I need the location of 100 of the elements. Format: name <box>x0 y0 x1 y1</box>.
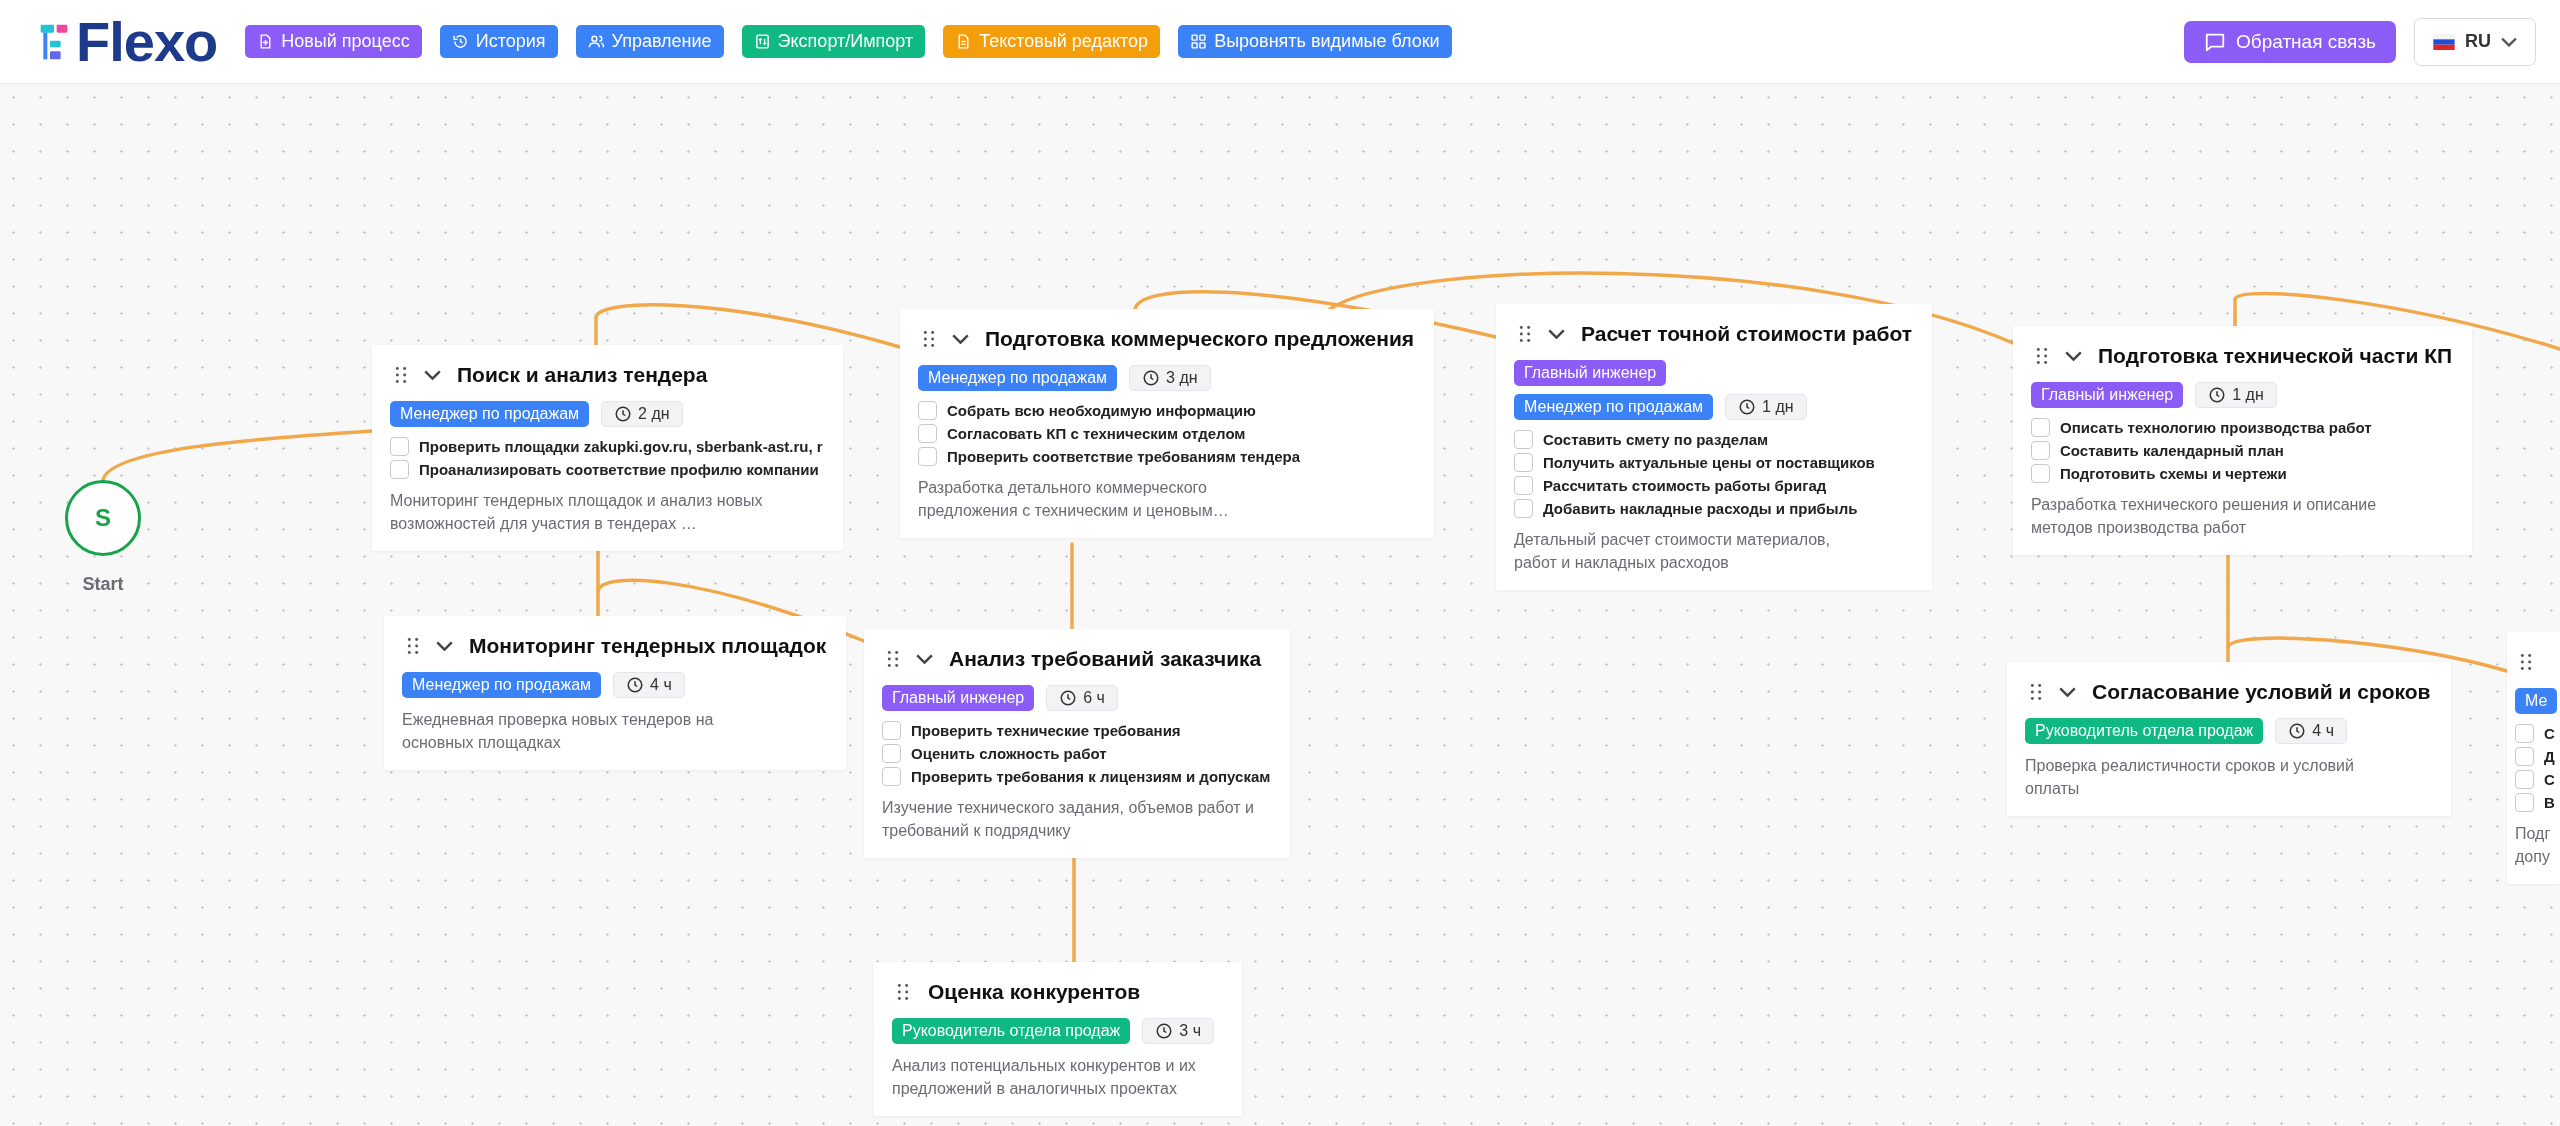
task-label: Добавить накладные расходы и прибыль <box>1543 500 1858 517</box>
task-label: Проверить требования к лицензиям и допускам <box>911 768 1271 785</box>
role-tag: Менеджер по продажам <box>402 672 602 698</box>
clock-icon <box>2288 722 2307 740</box>
card-title: Оценка конкурентов <box>928 980 1141 1004</box>
checkbox[interactable] <box>918 424 937 443</box>
clock-icon <box>1155 1022 1174 1040</box>
checkbox[interactable] <box>2515 747 2534 766</box>
toolbar-button[interactable]: Новый процесс <box>245 25 422 58</box>
grid-icon <box>1190 33 1208 50</box>
clock-icon <box>2208 386 2227 404</box>
card-title: Анализ требований заказчика <box>949 647 1262 671</box>
chevron-down-icon[interactable] <box>436 641 453 651</box>
toolbar-button[interactable]: История <box>439 25 558 58</box>
card-title: Согласование условий и сроков <box>2092 680 2431 704</box>
checkbox[interactable] <box>2515 724 2534 743</box>
role-tag: Главный инженер <box>882 685 1035 711</box>
card-description: Мониторинг тендерных площадок и анализ новых возможностей для участия в тендерах … <box>390 491 764 535</box>
duration-chip: 1 дн <box>2195 382 2277 408</box>
checkbox[interactable] <box>882 721 901 740</box>
toolbar-button[interactable]: Выровнять видимые блоки <box>1178 25 1452 58</box>
task-label: Описать технологию производства работ <box>2060 419 2372 436</box>
checkbox[interactable] <box>390 460 409 479</box>
feedback-button[interactable]: Обратная связь <box>2184 20 2396 63</box>
toolbar-button[interactable]: Текстовый редактор <box>943 25 1161 58</box>
card-description: Разработка технического решения и описание методов производства работ <box>2031 495 2378 539</box>
checkbox[interactable] <box>2031 418 2050 437</box>
card-title: Расчет точной стоимости работ <box>1581 322 1913 346</box>
checkbox[interactable] <box>2515 770 2534 789</box>
toolbar-button[interactable]: Управление <box>575 25 724 58</box>
start-label: Start <box>82 574 124 595</box>
clock-icon <box>1738 398 1757 416</box>
role-tag: Руководитель отдела продаж <box>2025 718 2264 744</box>
role-tag: Руководитель отдела продаж <box>892 1018 1131 1044</box>
duration-chip: 4 ч <box>2275 718 2347 744</box>
card-description: Проверка реалистичности сроков и условий оплаты <box>2025 756 2355 800</box>
card-description: Подг допу <box>2515 824 2552 868</box>
duration-chip: 4 ч <box>613 672 685 698</box>
role-tag: Ме <box>2515 688 2558 714</box>
flag-icon <box>2433 33 2455 50</box>
checkbox[interactable] <box>1514 499 1533 518</box>
checkbox[interactable] <box>1514 476 1533 495</box>
logo-text: Flexo <box>76 9 218 74</box>
checkbox[interactable] <box>918 401 937 420</box>
checkbox[interactable] <box>1514 430 1533 449</box>
toolbar-button[interactable]: Экспорт/Импорт <box>741 25 926 58</box>
task-label: Подготовить схемы и чертежи <box>2060 465 2287 482</box>
clock-icon <box>1142 369 1161 387</box>
clock-icon <box>626 676 645 694</box>
duration-chip: 2 дн <box>601 401 683 427</box>
role-tag: Главный инженер <box>2031 382 2184 408</box>
task-label: Составить календарный план <box>2060 442 2284 459</box>
clock-icon <box>614 405 633 423</box>
card-description: Ежедневная проверка новых тендеров на основных площадках <box>402 710 715 754</box>
document-arrows-icon <box>753 33 771 50</box>
start-node[interactable]: S <box>65 480 141 556</box>
card-title: Подготовка коммерческого предложения <box>985 327 1415 351</box>
chevron-down-icon[interactable] <box>2059 687 2076 697</box>
card-description: Изучение технического задания, объемов работ и требований к подрядчику <box>882 798 1255 842</box>
checkbox[interactable] <box>1514 453 1533 472</box>
duration-chip: 1 дн <box>1725 394 1807 420</box>
task-label: Проверить соответствие требованиям тендера <box>947 448 1301 465</box>
language-select[interactable]: RU <box>2414 17 2536 66</box>
task-label: Проверить площадки zakupki.gov.ru, sberbank-ast.ru, r <box>419 438 823 455</box>
checkbox[interactable] <box>2031 441 2050 460</box>
card-description: Детальный расчет стоимости материалов, работ и накладных расходов <box>1514 530 1831 574</box>
task-label: Рассчитать стоимость работы бригад <box>1543 477 1827 494</box>
checkbox[interactable] <box>882 767 901 786</box>
task-label: Составить смету по разделам <box>1543 431 1769 448</box>
task-label: С <box>2544 725 2555 742</box>
chevron-down-icon[interactable] <box>952 334 969 344</box>
checkbox[interactable] <box>918 447 937 466</box>
task-label: В <box>2544 794 2555 811</box>
task-label: Д <box>2544 748 2555 765</box>
users-icon <box>587 33 605 50</box>
card-title: Мониторинг тендерных площадок <box>469 634 827 658</box>
chevron-down-icon[interactable] <box>424 370 441 380</box>
checkbox[interactable] <box>2515 793 2534 812</box>
checkbox[interactable] <box>2031 464 2050 483</box>
chevron-down-icon[interactable] <box>916 654 933 664</box>
task-label: Оценить сложность работ <box>911 745 1107 762</box>
card-title: Подготовка технической части КП <box>2098 344 2453 368</box>
card-title: Поиск и анализ тендера <box>457 363 708 387</box>
history-icon <box>451 33 469 50</box>
duration-chip: 3 ч <box>1142 1018 1214 1044</box>
task-label: С <box>2544 771 2555 788</box>
chevron-down-icon[interactable] <box>2065 351 2082 361</box>
role-tag: Менеджер по продажам <box>1514 394 1714 420</box>
task-label: Проанализировать соответствие профилю компании <box>419 461 819 478</box>
role-tag: Главный инженер <box>1514 360 1667 386</box>
checkbox[interactable] <box>882 744 901 763</box>
clock-icon <box>1059 689 1078 707</box>
task-label: Получить актуальные цены от поставщиков <box>1543 454 1875 471</box>
duration-chip: 6 ч <box>1046 685 1118 711</box>
chevron-down-icon[interactable] <box>1548 329 1565 339</box>
checkbox[interactable] <box>390 437 409 456</box>
chevron-down-icon <box>2501 36 2517 47</box>
duration-chip: 3 дн <box>1129 365 1211 391</box>
card-description: Разработка детального коммерческого предложения с техническим и ценовым… <box>918 478 1230 522</box>
card-description: Анализ потенциальных конкурентов и их предложений в аналогичных проектах <box>892 1056 1197 1100</box>
